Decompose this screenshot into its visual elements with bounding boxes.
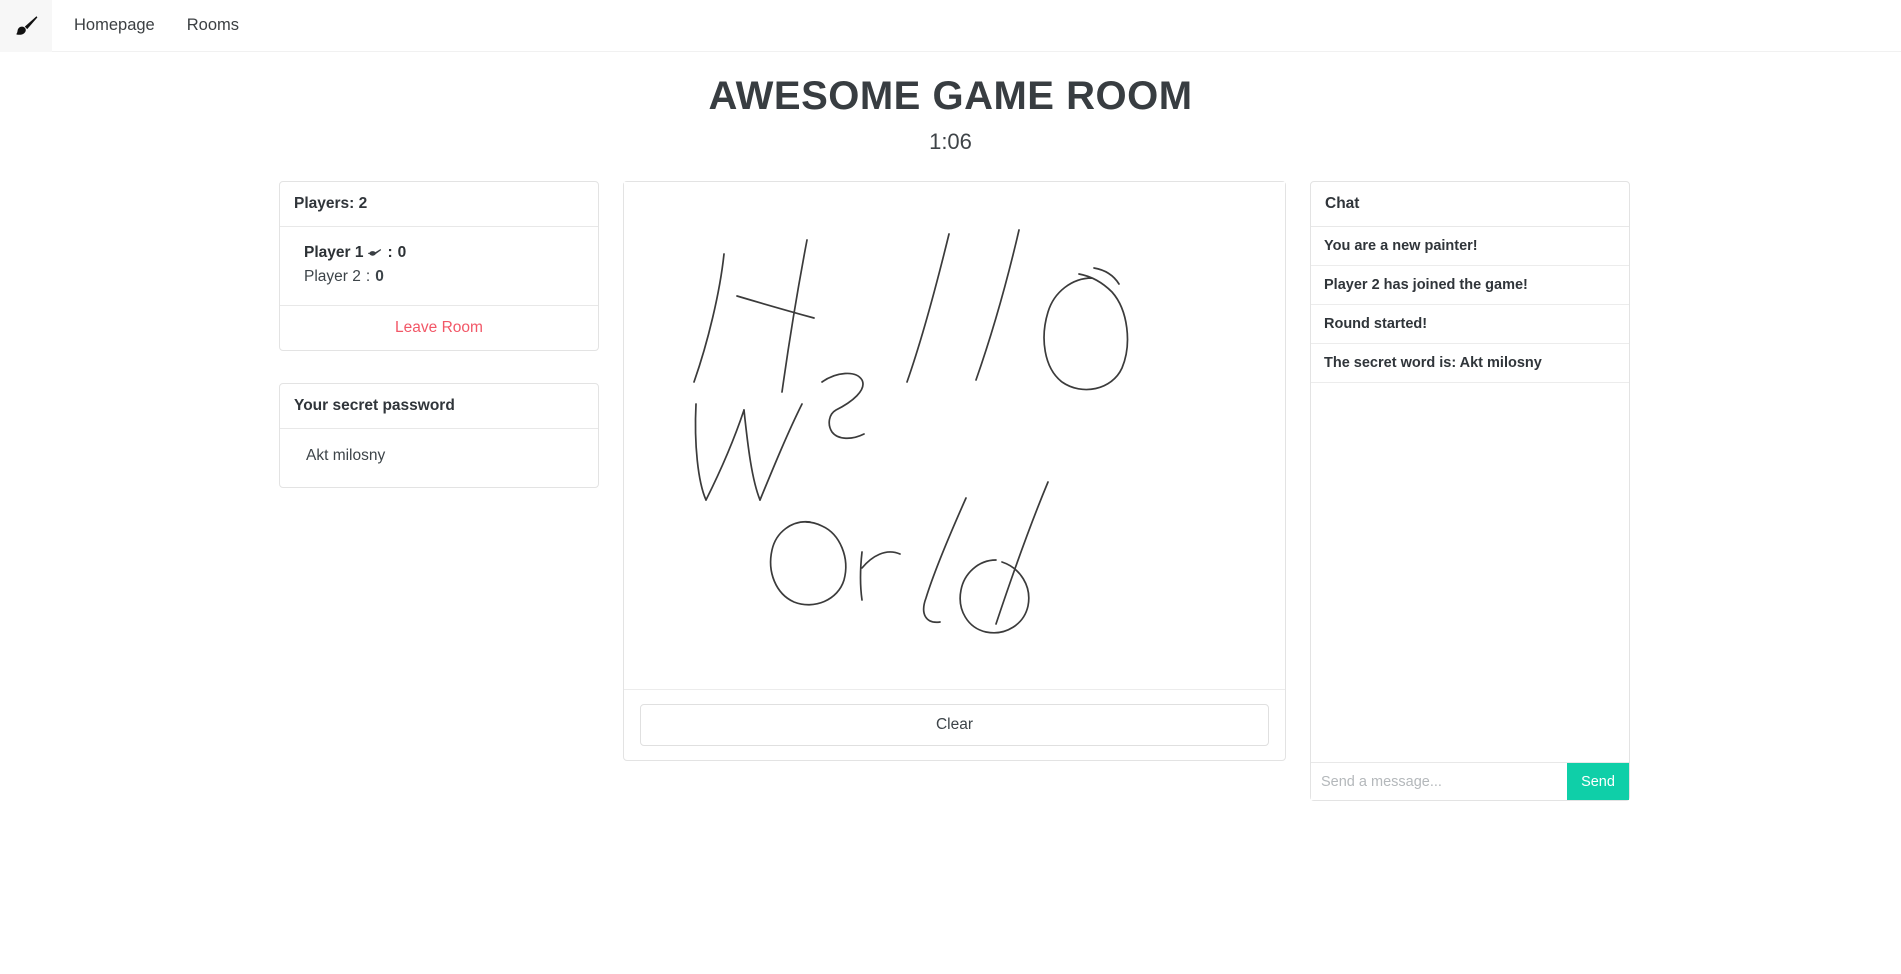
clear-button[interactable]: Clear bbox=[640, 704, 1269, 746]
chat-column: Chat You are a new painter! Player 2 has… bbox=[1310, 181, 1630, 801]
chat-message: You are a new painter! bbox=[1311, 227, 1629, 266]
brand-logo[interactable] bbox=[0, 0, 52, 52]
send-button[interactable]: Send bbox=[1567, 763, 1629, 800]
round-timer: 1:06 bbox=[929, 129, 972, 154]
chat-input-row: Send bbox=[1311, 762, 1629, 800]
player-row: Player 1 : 0 bbox=[292, 241, 586, 265]
player-name: Player 1 bbox=[304, 244, 364, 261]
player-name: Player 2 bbox=[304, 268, 361, 285]
paintbrush-icon bbox=[368, 247, 382, 259]
player-separator: : bbox=[365, 268, 371, 285]
nav-links: Homepage Rooms bbox=[74, 16, 239, 35]
canvas-card: Clear bbox=[623, 181, 1286, 761]
players-header: Players: 2 bbox=[280, 182, 598, 227]
nav-link-rooms[interactable]: Rooms bbox=[187, 16, 239, 35]
chat-message: The secret word is: Akt milosny bbox=[1311, 344, 1629, 383]
drawing-canvas[interactable] bbox=[624, 182, 1285, 690]
chat-message: Player 2 has joined the game! bbox=[1311, 266, 1629, 305]
chat-card: Chat You are a new painter! Player 2 has… bbox=[1310, 181, 1630, 801]
nav-link-homepage[interactable]: Homepage bbox=[74, 16, 155, 35]
chat-message: Round started! bbox=[1311, 305, 1629, 344]
left-column: Players: 2 Player 1 : 0 Player 2: 0 Lea… bbox=[279, 181, 599, 488]
chat-header: Chat bbox=[1311, 182, 1629, 227]
leave-room-button[interactable]: Leave Room bbox=[280, 305, 598, 350]
players-card: Players: 2 Player 1 : 0 Player 2: 0 Lea… bbox=[279, 181, 599, 351]
chat-message-list: You are a new painter! Player 2 has join… bbox=[1311, 227, 1629, 762]
paintbrush-icon bbox=[11, 11, 41, 41]
player-row: Player 2 : 0 bbox=[292, 265, 586, 289]
secret-password-value: Akt milosny bbox=[306, 447, 386, 464]
player-separator: : bbox=[387, 244, 393, 261]
page-title: AWESOME GAME ROOM bbox=[708, 74, 1193, 118]
navbar: Homepage Rooms bbox=[0, 0, 1901, 52]
players-list: Player 1 : 0 Player 2 : 0 bbox=[280, 227, 598, 305]
clear-button-wrap: Clear bbox=[624, 690, 1285, 760]
secret-password-header: Your secret password bbox=[280, 384, 598, 429]
player-score: 0 bbox=[375, 268, 384, 285]
player-score: 0 bbox=[397, 244, 407, 261]
chat-message-input[interactable] bbox=[1311, 763, 1567, 800]
main-layout: Players: 2 Player 1 : 0 Player 2: 0 Lea… bbox=[0, 181, 1901, 801]
secret-password-card: Your secret password Akt milosny bbox=[279, 383, 599, 488]
canvas-column: Clear bbox=[623, 181, 1286, 761]
